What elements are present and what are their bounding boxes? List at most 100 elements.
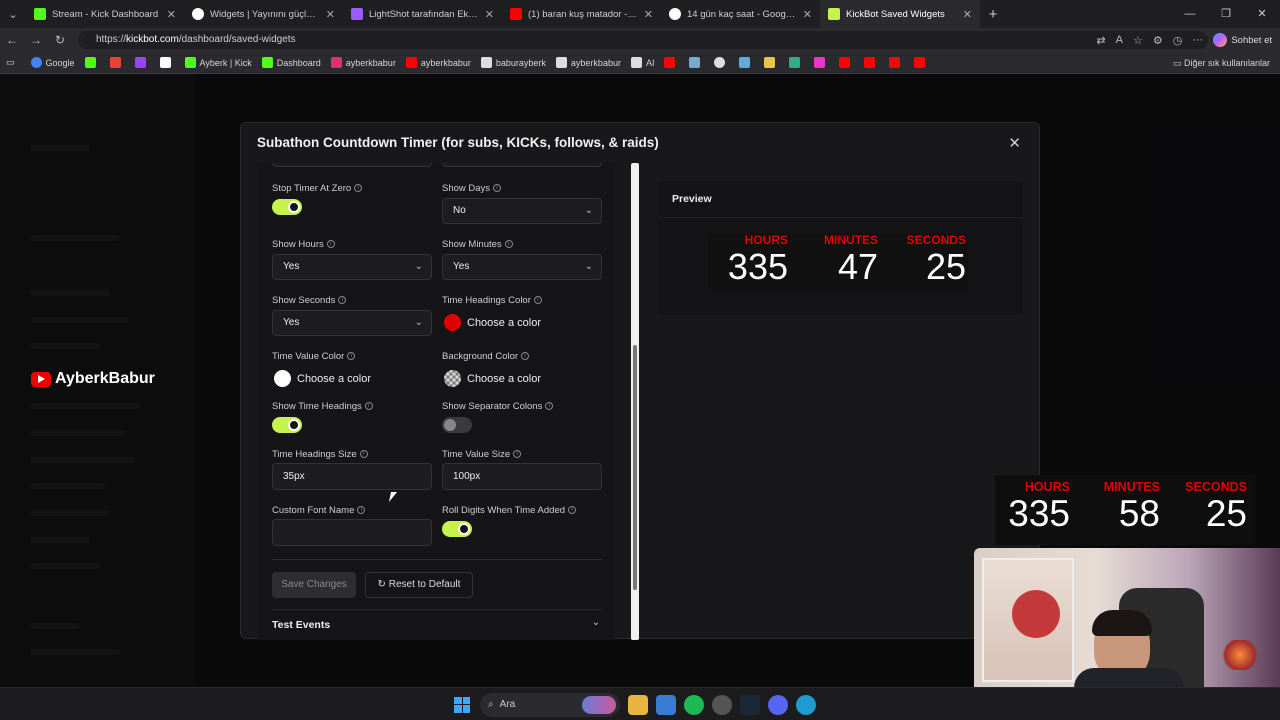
- spotify-icon[interactable]: [684, 694, 704, 715]
- forward-icon[interactable]: →: [24, 33, 48, 47]
- new-tab-icon[interactable]: +: [980, 6, 1006, 23]
- roll-digits-toggle[interactable]: [442, 521, 472, 537]
- bookmark-instagram[interactable]: ayberkbabur: [330, 57, 396, 68]
- history-icon[interactable]: ◷: [1173, 34, 1183, 47]
- copilot-button[interactable]: Sohbet et: [1213, 33, 1272, 47]
- bookmark-x[interactable]: baburayberk: [480, 57, 546, 68]
- custom-font-name-input[interactable]: [272, 519, 432, 546]
- read-aloud-icon[interactable]: A: [1116, 34, 1123, 46]
- info-icon[interactable]: i: [521, 352, 530, 361]
- url-field[interactable]: https://kickbot.com/dashboard/saved-widg…: [78, 31, 1208, 49]
- bookmark-folder-icon[interactable]: [764, 57, 779, 68]
- bookmark-ayberk-kick[interactable]: Ayberk | Kick: [184, 57, 252, 68]
- reset-default-button[interactable]: ↻ Reset to Default: [365, 572, 473, 598]
- tab-widgets[interactable]: Widgets | Yayınını güçlendirmek i ✕: [184, 0, 343, 28]
- bookmark-gmail-icon[interactable]: [109, 57, 125, 68]
- photos-icon[interactable]: [656, 694, 676, 715]
- bookmark-dashboard[interactable]: Dashboard: [261, 57, 321, 68]
- bookmark-kick-icon[interactable]: [84, 57, 100, 68]
- discord-icon[interactable]: [768, 694, 788, 715]
- bookmark-rp-icon[interactable]: [789, 57, 804, 68]
- time-headings-size-input[interactable]: 35px: [272, 463, 432, 490]
- chevron-down-icon[interactable]: ⌄: [592, 617, 600, 628]
- bookmark-app-icon[interactable]: [159, 57, 175, 68]
- tab-lightshot[interactable]: LightShot tarafından Ekran Görün ✕: [343, 0, 502, 28]
- time-value-color-picker[interactable]: Choose a color: [274, 370, 371, 387]
- info-icon[interactable]: i: [357, 506, 366, 515]
- bookmark-ai[interactable]: AI: [630, 57, 654, 68]
- info-icon[interactable]: i: [513, 450, 522, 459]
- close-icon[interactable]: ✕: [963, 8, 972, 21]
- back-icon[interactable]: ←: [0, 33, 24, 47]
- time-headings-color-picker[interactable]: Choose a color: [444, 314, 541, 331]
- close-icon[interactable]: ✕: [1008, 134, 1021, 152]
- tab-youtube[interactable]: (1) baran kuş matador - YouTube ✕: [502, 0, 661, 28]
- favorite-icon[interactable]: ☆: [1133, 34, 1143, 47]
- reload-icon[interactable]: ↻: [48, 33, 72, 47]
- show-seconds-select[interactable]: Yes ⌄: [272, 310, 432, 336]
- info-icon[interactable]: i: [533, 296, 542, 305]
- seconds-unit: SECONDS 25: [886, 233, 966, 287]
- show-separator-colons-toggle[interactable]: [442, 417, 472, 433]
- file-explorer-icon[interactable]: [628, 694, 648, 715]
- info-icon[interactable]: i: [338, 296, 347, 305]
- close-icon[interactable]: ✕: [167, 8, 176, 21]
- show-minutes-select[interactable]: Yes ⌄: [442, 254, 602, 280]
- bookmark-site-icon[interactable]: [689, 57, 704, 68]
- bookmark-youtube[interactable]: ayberkbabur: [405, 57, 471, 68]
- tab-google[interactable]: 14 gün kaç saat - Google'da Ara ✕: [661, 0, 820, 28]
- maximize-icon[interactable]: ❐: [1208, 0, 1244, 28]
- bookmark-pink-icon[interactable]: [814, 57, 829, 68]
- info-icon[interactable]: i: [568, 506, 577, 515]
- bookmark-twitch-icon[interactable]: [134, 57, 150, 68]
- info-icon[interactable]: i: [493, 184, 502, 193]
- tab-kickbot[interactable]: KickBot Saved Widgets ✕: [820, 0, 980, 28]
- test-events-header[interactable]: Test Events: [272, 619, 330, 631]
- bookmark-sidebar-icon[interactable]: ▭: [6, 57, 15, 68]
- form-scrollbar[interactable]: [631, 163, 639, 640]
- info-icon[interactable]: i: [364, 402, 373, 411]
- save-changes-button[interactable]: Save Changes: [272, 572, 356, 598]
- bookmark-youtube-icon-4[interactable]: [889, 57, 904, 68]
- bookmark-tiktok[interactable]: ayberkbabur: [555, 57, 621, 68]
- close-icon[interactable]: ✕: [485, 8, 494, 21]
- show-hours-select[interactable]: Yes ⌄: [272, 254, 432, 280]
- show-days-select[interactable]: No ⌄: [442, 198, 602, 224]
- obs-icon[interactable]: [712, 694, 732, 715]
- bookmark-youtube-icon-3[interactable]: [864, 57, 879, 68]
- taskbar-search[interactable]: ⌕ Ara: [480, 692, 620, 717]
- steam-icon[interactable]: [740, 694, 760, 715]
- info-icon[interactable]: i: [326, 240, 335, 249]
- tab-kick-dashboard[interactable]: Stream - Kick Dashboard ✕: [26, 0, 184, 28]
- info-icon[interactable]: i: [354, 184, 363, 193]
- bookmark-youtube-icon-5[interactable]: [914, 57, 929, 68]
- bookmark-youtube-icon-2[interactable]: [839, 57, 854, 68]
- close-icon[interactable]: ✕: [803, 8, 812, 21]
- close-icon[interactable]: ✕: [326, 8, 335, 21]
- other-bookmarks[interactable]: ▭ Diğer sık kullanılanlar: [1173, 52, 1270, 74]
- tab-actions-icon[interactable]: ⌄: [0, 0, 26, 28]
- bookmark-openai-icon[interactable]: [714, 57, 729, 68]
- bookmark-star-icon[interactable]: [739, 57, 754, 68]
- info-icon[interactable]: i: [504, 240, 513, 249]
- scroll-thumb[interactable]: [633, 345, 637, 590]
- edge-icon[interactable]: [796, 694, 816, 715]
- close-window-icon[interactable]: ✕: [1244, 0, 1280, 28]
- time-value-size-input[interactable]: 100px: [442, 463, 602, 490]
- more-icon[interactable]: ···: [1192, 34, 1203, 46]
- bookmark-youtube-icon[interactable]: [664, 57, 679, 68]
- minimize-icon[interactable]: —: [1172, 0, 1208, 28]
- start-icon[interactable]: [452, 695, 472, 715]
- info-icon[interactable]: i: [347, 352, 356, 361]
- extensions-icon[interactable]: ⚙: [1153, 34, 1163, 47]
- chevron-down-icon: ⌄: [584, 261, 593, 272]
- background-color-picker[interactable]: Choose a color: [444, 370, 541, 387]
- translate-icon[interactable]: ⇄: [1096, 34, 1105, 47]
- info-icon[interactable]: i: [359, 450, 368, 459]
- bookmark-google[interactable]: Google: [30, 57, 75, 68]
- address-bar-row: ← → ↻ https://kickbot.com/dashboard/save…: [0, 28, 1280, 52]
- close-icon[interactable]: ✕: [644, 8, 653, 21]
- show-time-headings-toggle[interactable]: [272, 417, 302, 433]
- stop-timer-toggle[interactable]: [272, 199, 302, 215]
- info-icon[interactable]: i: [545, 402, 554, 411]
